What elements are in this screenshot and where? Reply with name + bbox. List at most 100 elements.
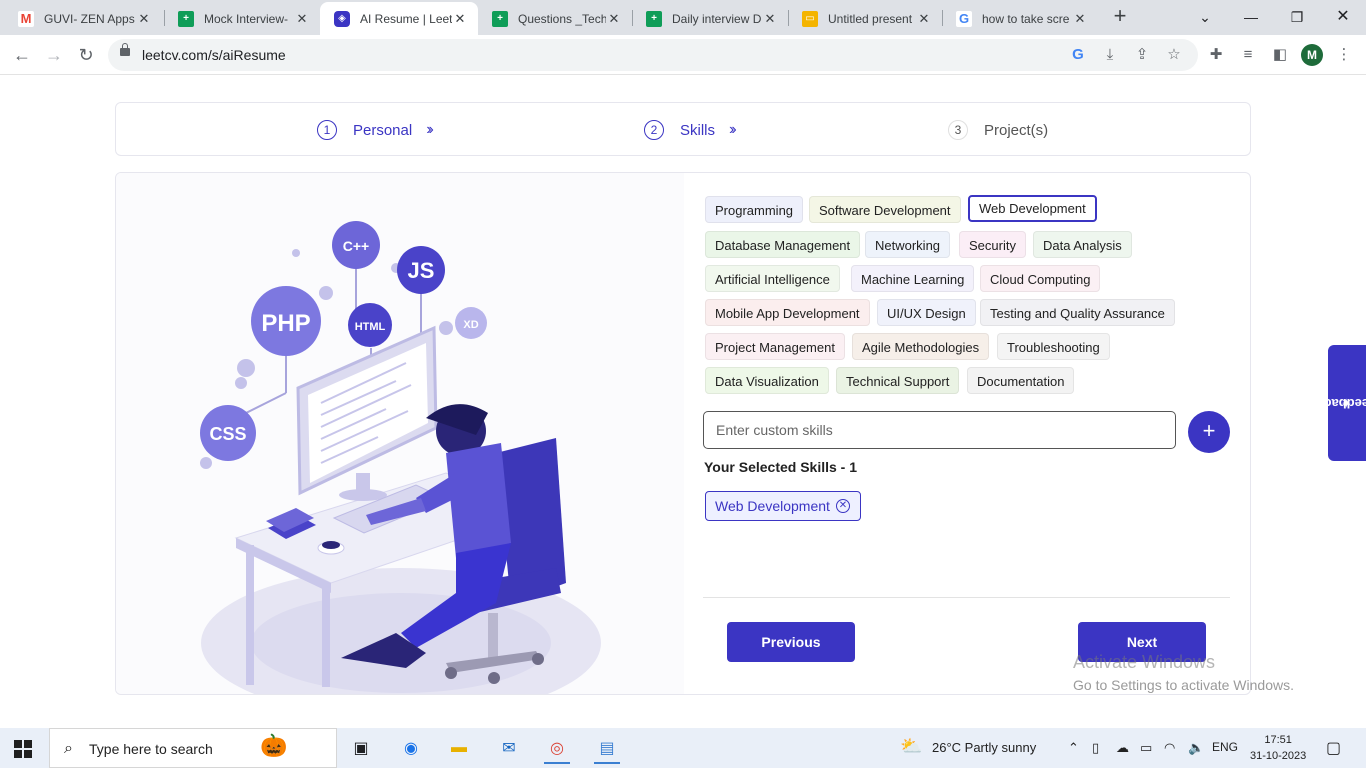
skill-chip-troubleshooting[interactable]: Troubleshooting: [997, 333, 1110, 360]
skill-chip-ui-ux-design[interactable]: UI/UX Design: [877, 299, 976, 326]
task-view-icon[interactable]: ▣: [344, 732, 378, 764]
battery-icon[interactable]: ▭: [1140, 740, 1152, 756]
close-tab-icon[interactable]: ✕: [606, 11, 622, 27]
browser-toolbar: ← → ↻ leetcv.com/s/aiResume G ⤓ ⇪ ☆ ✚ ≡ …: [0, 35, 1366, 75]
file-explorer-icon[interactable]: ▬: [442, 732, 476, 764]
tray-chevron-up-icon[interactable]: ⌃: [1068, 740, 1079, 756]
side-panel-icon[interactable]: ◧: [1270, 45, 1290, 65]
close-tab-icon[interactable]: ✕: [916, 11, 932, 27]
skill-chip-project-management[interactable]: Project Management: [705, 333, 845, 360]
profile-avatar[interactable]: M: [1301, 44, 1323, 66]
volume-icon[interactable]: 🔈: [1188, 740, 1204, 756]
sheets-icon: +: [492, 10, 508, 27]
restore-icon[interactable]: ❐: [1274, 4, 1320, 30]
google-icon: G: [956, 10, 972, 27]
tab-how-to-take-screenshot[interactable]: G how to take scre ✕: [942, 2, 1098, 35]
selected-skills-title: Your Selected Skills - 1: [704, 459, 858, 475]
skill-chip-networking[interactable]: Networking: [865, 231, 951, 258]
skill-chip-data-analysis[interactable]: Data Analysis: [1033, 231, 1132, 258]
clock-date: 31-10-2023: [1250, 750, 1307, 762]
double-chevron-right-icon: ››: [729, 121, 736, 138]
tab-questions-tech[interactable]: + Questions _Tech ✕: [478, 2, 632, 35]
close-tab-icon[interactable]: ✕: [452, 11, 468, 27]
chrome-icon[interactable]: ◎: [540, 732, 574, 764]
windows-taskbar: ⌕ Type here to search 🎃 ▣ ◉ ▬ ✉ ◎ ▤ ⛅ 26…: [0, 728, 1366, 768]
forward-arrow-icon[interactable]: →: [42, 43, 66, 67]
skill-chip-testing-quality-assurance[interactable]: Testing and Quality Assurance: [980, 299, 1175, 326]
tray-device-icon[interactable]: ▯: [1092, 740, 1099, 756]
mail-icon[interactable]: ✉: [492, 732, 526, 764]
skill-chip-database-management[interactable]: Database Management: [705, 231, 861, 258]
step-personal[interactable]: 1 Personal ››: [317, 119, 434, 141]
previous-button[interactable]: Previous: [727, 622, 855, 662]
developer-illustration: C++ JS PHP HTML XD CSS: [116, 173, 684, 694]
tab-title: GUVI- ZEN Apps: [44, 11, 135, 26]
onedrive-cloud-icon[interactable]: ☁: [1116, 740, 1129, 756]
skill-chip-mobile-app-development[interactable]: Mobile App Development: [705, 299, 870, 326]
close-tab-icon[interactable]: ✕: [136, 11, 152, 27]
badge-css: CSS: [200, 405, 256, 461]
tab-mock-interview[interactable]: + Mock Interview- ✕: [164, 2, 320, 35]
feedback-label: ✦ Feedback: [1317, 396, 1366, 411]
windows-start-icon[interactable]: [14, 740, 32, 758]
tab-search-chevron-icon[interactable]: ⌄: [1182, 4, 1228, 30]
close-tab-icon[interactable]: ✕: [1072, 11, 1088, 27]
minimize-icon[interactable]: —: [1228, 4, 1274, 30]
gmail-icon: M: [18, 10, 34, 27]
close-tab-icon[interactable]: ✕: [762, 11, 778, 27]
badge-html-label: HTML: [355, 321, 386, 333]
reading-list-icon[interactable]: ≡: [1238, 45, 1258, 65]
address-bar[interactable]: leetcv.com/s/aiResume G ⤓ ⇪ ☆: [108, 39, 1198, 71]
taskbar-search-box[interactable]: ⌕ Type here to search 🎃: [49, 728, 337, 768]
skill-chip-data-visualization[interactable]: Data Visualization: [705, 367, 829, 394]
tab-untitled-presentation[interactable]: ▭ Untitled present ✕: [788, 2, 942, 35]
add-skill-button[interactable]: +: [1188, 411, 1230, 453]
reload-icon[interactable]: ↻: [74, 43, 98, 67]
extensions-puzzle-icon[interactable]: ✚: [1206, 45, 1226, 65]
feedback-tab[interactable]: ✦ Feedback: [1317, 345, 1366, 461]
skill-chip-technical-support[interactable]: Technical Support: [836, 367, 960, 394]
edge-browser-icon[interactable]: ◉: [394, 732, 428, 764]
notifications-icon[interactable]: ▢: [1326, 738, 1341, 758]
step-projects[interactable]: 3 Project(s): [948, 119, 1048, 141]
skill-chip-software-development[interactable]: Software Development: [809, 196, 961, 223]
tab-title: AI Resume | Leet: [360, 11, 452, 26]
tab-guvi-zen-apps[interactable]: M GUVI- ZEN Apps ✕: [4, 2, 162, 35]
skill-chip-artificial-intelligence[interactable]: Artificial Intelligence: [705, 265, 840, 292]
new-tab-icon[interactable]: +: [1108, 5, 1132, 29]
skill-chip-agile-methodologies[interactable]: Agile Methodologies: [852, 333, 990, 360]
developer-at-desk-illustration: C++ JS PHP HTML XD CSS: [200, 221, 601, 694]
close-window-icon[interactable]: ✕: [1320, 4, 1366, 30]
image-viewer-icon[interactable]: ▤: [590, 732, 624, 764]
back-arrow-icon[interactable]: ←: [10, 43, 34, 67]
bookmark-star-icon[interactable]: ☆: [1164, 45, 1184, 65]
step-label: Project(s): [984, 121, 1049, 139]
close-tab-icon[interactable]: ✕: [294, 11, 310, 27]
badge-cpp-label: C++: [343, 238, 369, 254]
more-menu-icon[interactable]: ⋮: [1334, 45, 1354, 65]
weather-icon[interactable]: ⛅: [900, 736, 922, 757]
wifi-icon[interactable]: ◠: [1164, 740, 1175, 756]
feedback-text: Feedback: [1317, 395, 1366, 411]
language-indicator[interactable]: ENG: [1212, 740, 1238, 754]
url-text: leetcv.com/s/aiResume: [142, 47, 286, 63]
remove-circle-icon[interactable]: ✕: [835, 499, 850, 513]
weather-text[interactable]: 26°C Partly sunny: [932, 740, 1036, 755]
taskbar-clock[interactable]: 17:51 31-10-2023: [1250, 732, 1306, 764]
skill-chip-programming[interactable]: Programming: [705, 196, 804, 223]
skill-chip-documentation[interactable]: Documentation: [967, 367, 1075, 394]
install-app-icon[interactable]: ⤓: [1100, 45, 1120, 65]
share-icon[interactable]: ⇪: [1132, 45, 1152, 65]
tab-ai-resume[interactable]: ◈ AI Resume | Leet ✕: [320, 2, 478, 35]
resume-stepper: 1 Personal ›› 2 Skills ›› 3 Project(s): [115, 102, 1251, 156]
step-number: 2: [644, 120, 664, 140]
skill-chip-machine-learning[interactable]: Machine Learning: [851, 265, 975, 292]
slides-icon: ▭: [802, 10, 818, 27]
custom-skill-input[interactable]: [703, 411, 1176, 449]
skill-chip-web-development[interactable]: Web Development: [968, 195, 1097, 222]
google-lens-icon[interactable]: G: [1068, 45, 1088, 65]
step-skills[interactable]: 2 Skills ››: [644, 119, 736, 141]
skill-chip-security[interactable]: Security: [959, 231, 1026, 258]
tab-daily-interview[interactable]: + Daily interview D ✕: [632, 2, 788, 35]
skill-chip-cloud-computing[interactable]: Cloud Computing: [980, 265, 1101, 292]
